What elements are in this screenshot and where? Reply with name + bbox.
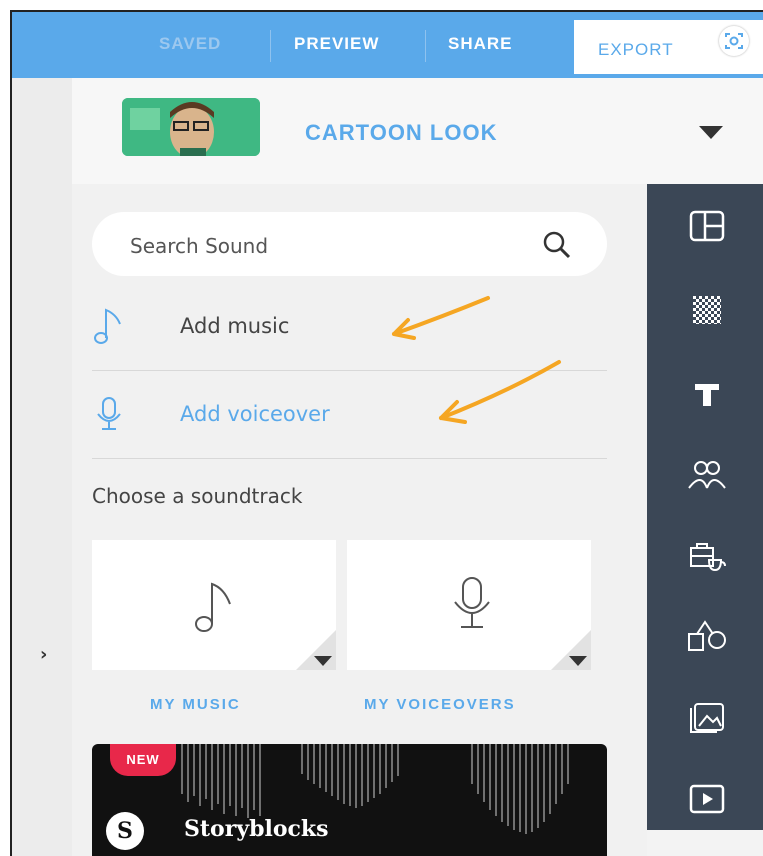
my-voiceovers-label[interactable]: MY VOICEOVERS <box>364 696 516 713</box>
my-music-card[interactable] <box>92 540 336 670</box>
soundtrack-heading: Choose a soundtrack <box>92 484 303 508</box>
left-collapse-strip: › <box>12 78 72 856</box>
microphone-icon <box>92 394 126 438</box>
annotation-arrow-icon <box>384 292 494 346</box>
storyblocks-brand: Storyblocks <box>184 816 329 842</box>
text-icon[interactable] <box>687 374 727 414</box>
project-thumbnail <box>122 98 260 156</box>
characters-icon[interactable] <box>687 454 727 494</box>
project-title: CARTOON LOOK <box>305 120 498 145</box>
microphone-icon <box>447 574 497 642</box>
project-selector[interactable]: CARTOON LOOK <box>72 78 763 184</box>
my-voiceovers-card[interactable] <box>347 540 591 670</box>
background-icon[interactable] <box>687 290 727 330</box>
add-music-label: Add music <box>180 314 290 338</box>
props-icon[interactable] <box>687 536 727 576</box>
caret-down-icon[interactable] <box>699 126 723 139</box>
search-sound-field[interactable]: Search Sound <box>92 212 607 276</box>
card-menu-caret-icon[interactable] <box>314 656 332 666</box>
app-frame: SAVED PREVIEW SHARE EXPORT › CARTOON LOO… <box>10 10 763 856</box>
search-placeholder: Search Sound <box>130 234 269 258</box>
music-note-icon <box>188 576 238 640</box>
shapes-icon[interactable] <box>687 616 727 656</box>
my-music-label[interactable]: MY MUSIC <box>150 696 241 713</box>
sound-panel: Search Sound Add music Add voiceover Cho… <box>72 184 647 856</box>
export-button[interactable]: EXPORT <box>574 20 763 74</box>
expand-chevron-icon[interactable]: › <box>40 644 47 665</box>
divider <box>270 30 271 62</box>
annotation-arrow-icon <box>427 356 567 440</box>
add-voiceover-label: Add voiceover <box>180 402 330 426</box>
video-icon[interactable] <box>687 778 727 818</box>
right-toolbar <box>647 184 763 830</box>
card-menu-caret-icon[interactable] <box>569 656 587 666</box>
music-note-icon <box>92 306 126 350</box>
add-voiceover-row[interactable]: Add voiceover <box>92 360 607 459</box>
saved-status: SAVED <box>159 34 222 53</box>
new-badge: NEW <box>110 744 176 776</box>
storyblocks-banner[interactable]: NEW S Storyblocks <box>92 744 607 856</box>
share-button[interactable]: SHARE <box>448 34 513 54</box>
export-label: EXPORT <box>598 40 674 59</box>
layout-icon[interactable] <box>687 206 727 246</box>
images-icon[interactable] <box>687 696 727 736</box>
storyblocks-logo-icon: S <box>106 812 144 850</box>
search-icon[interactable] <box>542 230 572 264</box>
top-bar: SAVED PREVIEW SHARE EXPORT <box>12 12 763 78</box>
preview-button[interactable]: PREVIEW <box>294 34 379 54</box>
divider <box>425 30 426 62</box>
screenshot-icon[interactable] <box>719 26 749 56</box>
